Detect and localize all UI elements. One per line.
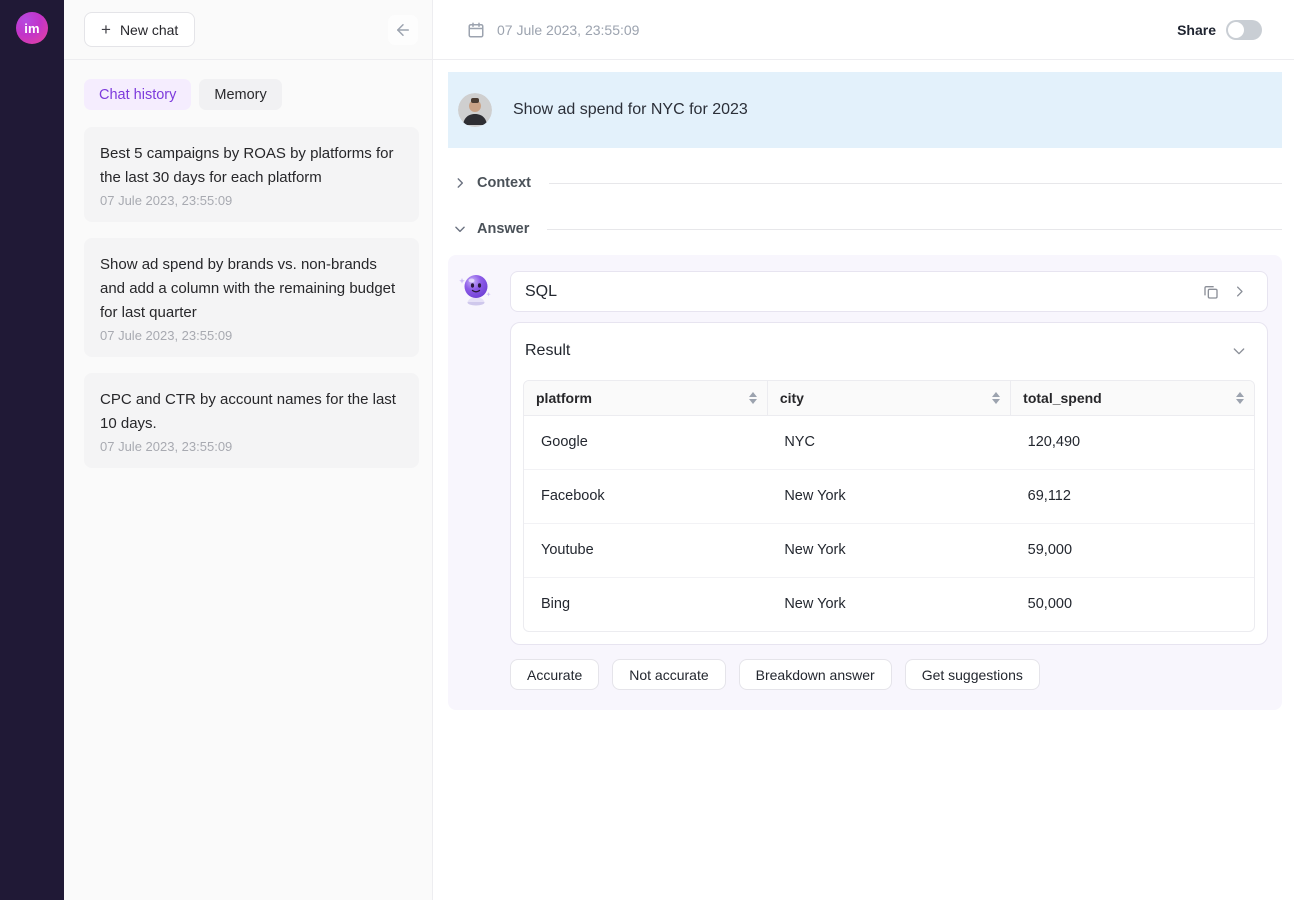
chat-panel-header: + New chat xyxy=(64,0,432,60)
expand-sql-button[interactable] xyxy=(1225,278,1253,306)
new-chat-button[interactable]: + New chat xyxy=(84,12,195,47)
cell-city: New York xyxy=(767,523,1010,577)
tab-chat-history[interactable]: Chat history xyxy=(84,79,191,110)
conversation-timestamp: 07 Jule 2023, 23:55:09 xyxy=(497,22,639,38)
chat-history-panel: + New chat Chat history Memory Best 5 ca… xyxy=(64,0,433,900)
answer-block: SQL Result xyxy=(448,255,1282,710)
section-divider xyxy=(547,229,1282,230)
cell-platform: Bing xyxy=(524,577,767,631)
accurate-button[interactable]: Accurate xyxy=(510,659,599,690)
conversation-header: 07 Jule 2023, 23:55:09 Share xyxy=(433,0,1294,60)
app-logo[interactable]: im xyxy=(16,12,48,44)
share-label: Share xyxy=(1177,22,1216,38)
section-divider xyxy=(549,183,1282,184)
share-toggle[interactable] xyxy=(1226,20,1262,40)
sort-icon[interactable] xyxy=(749,392,757,404)
toggle-knob xyxy=(1228,22,1244,38)
chat-timestamp: 07 Jule 2023, 23:55:09 xyxy=(100,328,403,343)
cell-total-spend: 59,000 xyxy=(1011,523,1254,577)
result-table: platform city total_spend xyxy=(523,380,1255,632)
chevron-right-icon xyxy=(1232,284,1247,299)
result-title: Result xyxy=(525,342,570,360)
user-avatar xyxy=(458,93,492,127)
cell-city: New York xyxy=(767,469,1010,523)
chat-history-item[interactable]: CPC and CTR by account names for the las… xyxy=(84,373,419,468)
table-row: Youtube New York 59,000 xyxy=(524,523,1254,577)
arrow-left-icon xyxy=(394,21,412,39)
sort-icon[interactable] xyxy=(992,392,1000,404)
share-control: Share xyxy=(1177,20,1262,40)
cell-city: New York xyxy=(767,577,1010,631)
get-suggestions-button[interactable]: Get suggestions xyxy=(905,659,1040,690)
chat-history-list: Best 5 campaigns by ROAS by platforms fo… xyxy=(64,110,432,468)
answer-actions: Accurate Not accurate Breakdown answer G… xyxy=(510,659,1268,690)
panel-tabs: Chat history Memory xyxy=(64,60,432,110)
conversation-date: 07 Jule 2023, 23:55:09 xyxy=(467,21,639,39)
breakdown-answer-button[interactable]: Breakdown answer xyxy=(739,659,892,690)
copy-icon xyxy=(1203,284,1219,300)
collapse-panel-button[interactable] xyxy=(388,15,418,45)
assistant-avatar-crystal-ball-icon xyxy=(458,271,494,307)
answer-section[interactable]: Answer xyxy=(453,218,1282,240)
calendar-icon xyxy=(467,21,485,39)
user-message-text: Show ad spend for NYC for 2023 xyxy=(513,101,748,119)
sql-label: SQL xyxy=(525,283,1197,301)
cell-city: NYC xyxy=(767,415,1010,469)
context-section[interactable]: Context xyxy=(453,172,1282,194)
conversation-scroll[interactable]: Show ad spend for NYC for 2023 Context A… xyxy=(433,60,1294,900)
chat-timestamp: 07 Jule 2023, 23:55:09 xyxy=(100,193,403,208)
result-panel: Result platform xyxy=(510,322,1268,645)
chat-title: Best 5 campaigns by ROAS by platforms fo… xyxy=(100,142,403,190)
conversation-area: 07 Jule 2023, 23:55:09 Share Show ad spe… xyxy=(433,0,1294,900)
sort-icon[interactable] xyxy=(1236,392,1244,404)
cell-platform: Facebook xyxy=(524,469,767,523)
brand-rail: im xyxy=(0,0,64,900)
cell-total-spend: 50,000 xyxy=(1011,577,1254,631)
column-header-platform[interactable]: platform xyxy=(524,381,767,415)
copy-sql-button[interactable] xyxy=(1197,278,1225,306)
cell-total-spend: 120,490 xyxy=(1011,415,1254,469)
table-row: Facebook New York 69,112 xyxy=(524,469,1254,523)
table-header-row: platform city total_spend xyxy=(524,381,1254,415)
cell-platform: Youtube xyxy=(524,523,767,577)
chevron-right-icon xyxy=(453,176,467,190)
user-message: Show ad spend for NYC for 2023 xyxy=(448,72,1282,148)
chat-title: CPC and CTR by account names for the las… xyxy=(100,388,403,436)
chat-history-item[interactable]: Best 5 campaigns by ROAS by platforms fo… xyxy=(84,127,419,222)
sql-query-bar[interactable]: SQL xyxy=(510,271,1268,312)
not-accurate-button[interactable]: Not accurate xyxy=(612,659,725,690)
new-chat-label: New chat xyxy=(120,22,178,38)
chat-timestamp: 07 Jule 2023, 23:55:09 xyxy=(100,439,403,454)
table-row: Google NYC 120,490 xyxy=(524,415,1254,469)
table-row: Bing New York 50,000 xyxy=(524,577,1254,631)
plus-icon: + xyxy=(101,21,111,38)
tab-memory[interactable]: Memory xyxy=(199,79,281,110)
answer-label: Answer xyxy=(477,221,529,237)
chat-history-item[interactable]: Show ad spend by brands vs. non-brands a… xyxy=(84,238,419,357)
column-header-total-spend[interactable]: total_spend xyxy=(1011,381,1254,415)
cell-total-spend: 69,112 xyxy=(1011,469,1254,523)
collapse-result-button[interactable] xyxy=(1225,337,1253,365)
context-label: Context xyxy=(477,175,531,191)
column-header-city[interactable]: city xyxy=(767,381,1010,415)
chat-title: Show ad spend by brands vs. non-brands a… xyxy=(100,253,403,325)
chevron-down-icon xyxy=(1231,343,1247,359)
cell-platform: Google xyxy=(524,415,767,469)
chevron-down-icon xyxy=(453,222,467,236)
